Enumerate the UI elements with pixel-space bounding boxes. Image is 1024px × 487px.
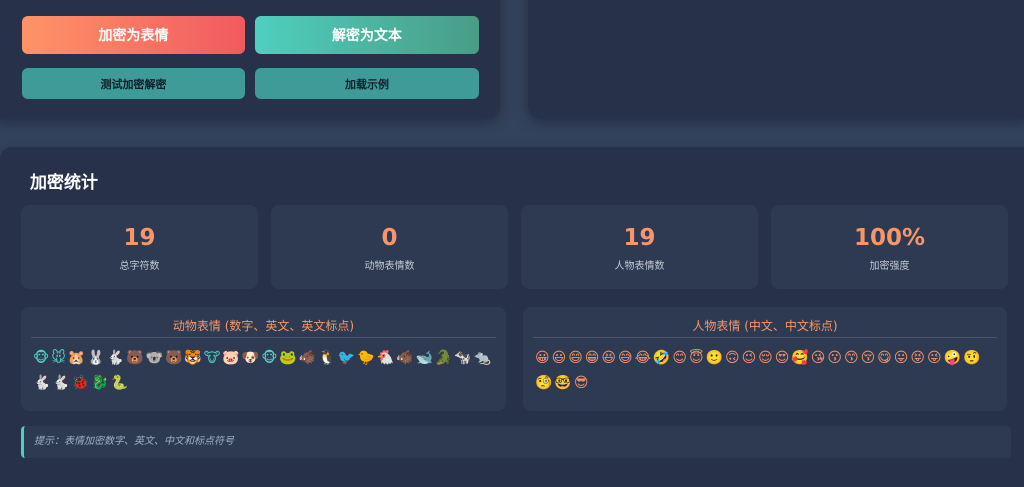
stat-value: 19 <box>123 225 156 251</box>
stat-card-total-chars: 19 总字符数 <box>21 205 258 289</box>
decrypt-button[interactable]: 解密为文本 <box>255 16 479 54</box>
animal-emoji-box: 动物表情 (数字、英文、英文标点) 🐵🐭🐹🐰🐇🐻🐨🐻🐯🐮🐷🐶🐵🐸🐗🐧🐦🐤🐔🐗🐋🐊… <box>21 307 506 411</box>
person-emoji-box: 人物表情 (中文、中文标点) 😀😃😄😁😆😅😂🤣😊😇🙂🙃😉😌😍🥰😘😗😙😚😋😛😝😜🤪… <box>523 307 1007 411</box>
load-example-button[interactable]: 加载示例 <box>255 68 479 99</box>
stat-value: 100% <box>853 225 926 251</box>
stat-label: 人物表情数 <box>614 261 665 272</box>
stat-card-animal-emojis: 0 动物表情数 <box>271 205 508 289</box>
stat-value: 19 <box>623 225 656 251</box>
person-emoji-list: 😀😃😄😁😆😅😂🤣😊😇🙂🙃😉😌😍🥰😘😗😙😚😋😛😝😜🤪🤨🧐🤓😎 <box>535 350 983 391</box>
stat-label: 动物表情数 <box>364 261 415 272</box>
stat-label: 总字符数 <box>119 261 160 272</box>
person-emoji-title: 人物表情 (中文、中文标点) <box>533 307 997 338</box>
animal-emoji-title: 动物表情 (数字、英文、英文标点) <box>31 307 496 338</box>
stat-label: 加密强度 <box>869 261 910 272</box>
encrypt-button[interactable]: 加密为表情 <box>22 16 245 54</box>
stat-card-person-emojis: 19 人物表情数 <box>521 205 758 289</box>
test-encrypt-decrypt-button[interactable]: 测试加密解密 <box>22 68 245 99</box>
hint-text: 提示：表情加密数字、英文、中文和标点符号 <box>21 426 1011 458</box>
animal-emoji-list: 🐵🐭🐹🐰🐇🐻🐨🐻🐯🐮🐷🐶🐵🐸🐗🐧🐦🐤🐔🐗🐋🐊🐄🐀🐇🐇🐞🐉🐍 <box>33 350 494 391</box>
stat-value: 0 <box>381 225 398 251</box>
stats-title: 加密统计 <box>30 173 98 193</box>
stat-card-encryption-strength: 100% 加密强度 <box>771 205 1008 289</box>
output-panel <box>528 0 1024 118</box>
